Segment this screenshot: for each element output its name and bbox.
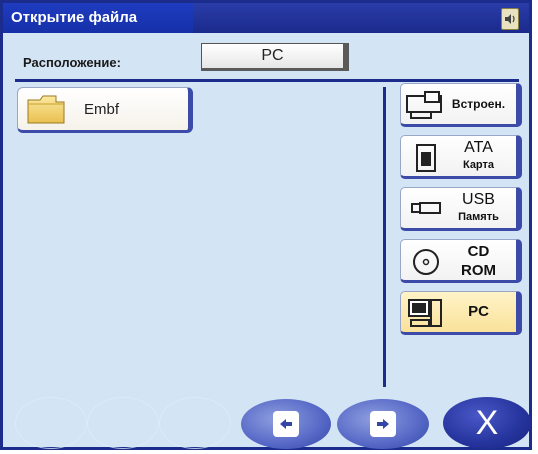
arrow-left-icon <box>273 411 299 437</box>
device-ata-line2: Карта <box>462 159 495 171</box>
device-cd-line1: CD <box>467 243 490 260</box>
folder-name: Embf <box>84 101 120 118</box>
device-ata-button[interactable]: ATA Карта <box>400 135 522 179</box>
cd-rom-icon <box>413 249 439 275</box>
device-usb-line2: Память <box>458 211 499 223</box>
device-cd-button[interactable]: CD ROM <box>400 239 522 283</box>
close-button[interactable]: X <box>443 397 531 449</box>
sound-icon[interactable] <box>501 8 519 30</box>
location-value: PC <box>201 43 349 71</box>
file-open-dialog: Открытие файла Расположение: PC Embf Вст… <box>0 0 532 450</box>
device-cd-line2: ROM <box>461 262 496 279</box>
embroidery-machine-icon <box>406 91 442 119</box>
header-divider <box>15 79 519 82</box>
next-button[interactable] <box>337 399 429 449</box>
device-ata-line1: ATA <box>464 139 493 156</box>
ata-card-icon <box>416 144 436 172</box>
dialog-title: Открытие файла <box>3 3 193 33</box>
panel-divider <box>383 87 386 387</box>
device-embedded-button[interactable]: Встроен. <box>400 83 522 127</box>
disabled-button-2 <box>87 397 159 449</box>
device-usb-button[interactable]: USB Память <box>400 187 522 231</box>
disabled-button-3 <box>159 397 231 449</box>
device-pc-button[interactable]: PC <box>400 291 522 335</box>
arrow-right-icon <box>370 411 396 437</box>
title-bar: Открытие файла <box>3 3 529 33</box>
location-label: Расположение: <box>23 55 121 70</box>
prev-button[interactable] <box>241 399 331 449</box>
device-pc-label: PC <box>468 303 489 320</box>
device-embedded-label: Встроен. <box>451 97 506 111</box>
usb-drive-icon <box>411 202 441 214</box>
folder-item[interactable]: Embf <box>17 87 193 133</box>
disabled-button-1 <box>15 397 87 449</box>
computer-icon <box>408 299 442 327</box>
folder-icon <box>27 95 65 124</box>
device-usb-line1: USB <box>462 191 495 208</box>
